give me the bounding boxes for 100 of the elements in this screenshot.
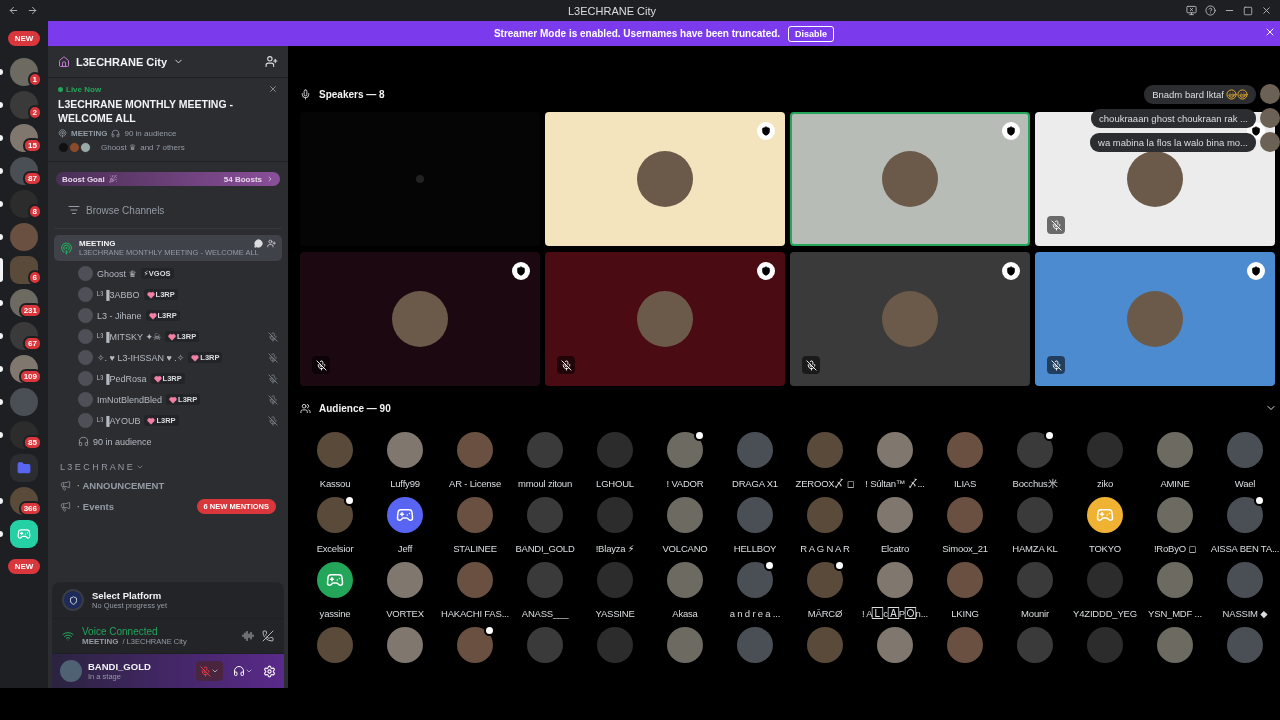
server-name[interactable]: L3ECHRANE City (76, 55, 168, 68)
close-icon[interactable] (1264, 26, 1276, 38)
member-name: Mounir (1021, 608, 1049, 619)
game-controller-icon (326, 571, 344, 589)
maximize-icon[interactable] (1243, 5, 1253, 16)
server-folder[interactable] (10, 453, 38, 482)
member-avatar[interactable] (387, 497, 423, 533)
megaphone-icon (60, 480, 71, 492)
user-avatar[interactable] (60, 660, 82, 682)
speaker-avatar (392, 291, 448, 347)
user-name[interactable]: L3 - Jihane (97, 310, 142, 321)
shield-icon (1006, 126, 1016, 136)
member-name: HELLBOY (733, 543, 777, 554)
member-name: Bocchus米 (1012, 478, 1058, 491)
user-name[interactable]: ᴸ³▐MITSKY ✦☠ (97, 331, 161, 342)
user-name[interactable]: ᴸ³▐PedRosa (97, 373, 147, 384)
user-name[interactable]: ✧. ♥ L3-IHSSAN ♥ .✧ (97, 352, 185, 363)
speaker-tile[interactable] (1035, 252, 1275, 386)
member-name: BANDI_GOLD (515, 543, 575, 554)
monitor-icon[interactable] (1186, 5, 1197, 16)
speaker-tile[interactable] (545, 252, 785, 386)
chevron-down-icon (211, 667, 219, 675)
member-name: mmoul zitoun (517, 478, 573, 489)
shield-icon (1251, 126, 1261, 136)
channel-name: MEETING (71, 129, 108, 139)
game-controller-icon (1096, 506, 1114, 524)
member-name: Wael (1234, 478, 1256, 489)
invite-icon[interactable] (267, 239, 276, 249)
member-name: Akasa (672, 608, 698, 619)
member-name: AMINE (1160, 478, 1190, 489)
member-name: ! A🄻c🄰P🄾n... (862, 608, 928, 620)
help-icon[interactable] (1205, 5, 1216, 16)
member-avatar[interactable] (807, 562, 843, 598)
heart-icon (147, 416, 156, 425)
soundboard-icon[interactable] (242, 630, 254, 642)
stage-icon (60, 241, 73, 255)
boost-goal-bar[interactable]: Boost Goal 54 Boosts (56, 172, 280, 187)
shield-icon (761, 126, 771, 136)
mention-badge: 15 (23, 138, 42, 153)
server-icon[interactable] (10, 519, 38, 548)
invite-icon[interactable] (265, 55, 278, 68)
browse-channels-link[interactable]: Browse Channels (86, 204, 165, 216)
chat-icon[interactable] (254, 239, 263, 249)
game-controller-icon (17, 526, 31, 541)
member-avatar[interactable] (317, 497, 353, 533)
member-name: ziko (1096, 478, 1114, 489)
member-avatar[interactable] (1017, 432, 1053, 468)
disconnect-icon[interactable] (262, 630, 274, 642)
shield-icon (1251, 266, 1261, 276)
user-name[interactable]: Ghoost ♛ (97, 268, 137, 279)
user-avatar (78, 329, 93, 345)
megaphone-icon (60, 501, 71, 513)
member-name: ZEROOX〆 ◻ (795, 478, 855, 491)
speaker-avatar (1127, 291, 1183, 347)
member-name: TOKYO (1088, 543, 1122, 554)
user-name[interactable]: ᴸ³▐3ABBO (97, 289, 140, 300)
speaker-tile[interactable] (790, 112, 1030, 246)
member-avatar[interactable] (667, 432, 703, 468)
chevron-down-icon (245, 667, 253, 675)
boost-count: 54 Boosts (223, 174, 262, 184)
member-avatar[interactable] (317, 562, 353, 598)
member-name: !Blayza ⚡ (595, 543, 635, 554)
channel-name[interactable]: · ANNOUNCEMENT (77, 480, 165, 492)
back-icon[interactable] (8, 5, 19, 16)
member-avatar[interactable] (737, 562, 773, 598)
close-icon[interactable] (1261, 5, 1272, 16)
speaker-tile[interactable] (545, 112, 785, 246)
member-name: Simoox_21 (942, 543, 988, 554)
headphones-icon (233, 665, 245, 677)
mic-button[interactable] (196, 661, 223, 681)
member-name: Y4ZIDDD_YEG (1073, 608, 1137, 619)
user-name[interactable]: ᴸ³▐AYOUB (97, 415, 141, 426)
voice-status: Voice Connected (82, 626, 159, 637)
heart-icon (148, 311, 157, 320)
user-avatar (78, 350, 93, 366)
user-name[interactable]: ImNotBlendBled (97, 394, 163, 405)
speaker-avatar (637, 291, 693, 347)
banner-text: Streamer Mode is enabled. Usernames have been truncated. (493, 28, 781, 39)
channel-name[interactable]: · Events (77, 501, 114, 513)
mic-icon (300, 88, 311, 100)
member-avatar[interactable] (457, 627, 493, 663)
settings-icon[interactable] (263, 664, 276, 678)
audience-count: 90 in audience (124, 129, 177, 139)
mention-badge: 366 (18, 501, 42, 516)
quest-title[interactable]: Select Platform (92, 590, 168, 601)
member-avatar[interactable] (1087, 497, 1123, 533)
disable-button[interactable]: Disable (788, 25, 835, 42)
member-name: ! VADOR (666, 478, 704, 489)
close-icon[interactable] (268, 84, 278, 94)
member-avatar[interactable] (1227, 497, 1263, 533)
browse-channels-icon (68, 204, 80, 217)
speaker-tile[interactable] (300, 252, 540, 386)
category-name[interactable]: L 3 E C H R A N E (60, 462, 133, 473)
speaker-tile[interactable] (300, 112, 540, 246)
member-name: R A G N A R (800, 543, 850, 554)
chat-avatar (1260, 108, 1280, 128)
muted-mic-icon (200, 665, 211, 677)
chat-avatar (1260, 84, 1280, 104)
speaker-tile[interactable] (790, 252, 1030, 386)
forward-icon[interactable] (27, 5, 38, 16)
